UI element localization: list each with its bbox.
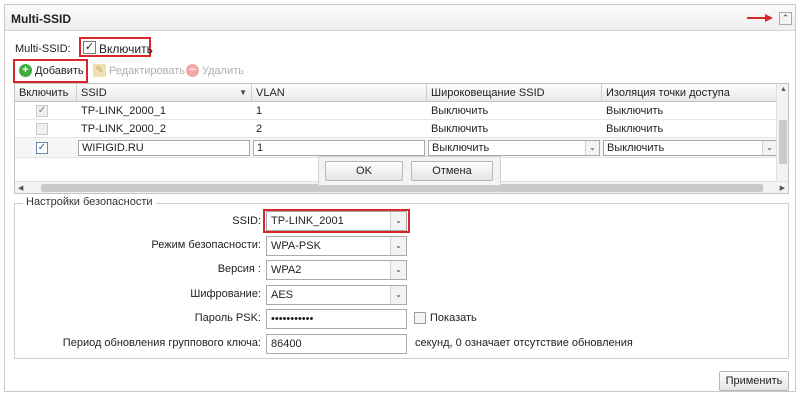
column-header-enable[interactable]: Включить bbox=[15, 84, 77, 102]
security-settings-fieldset: Настройки безопасности SSID: TP-LINK_200… bbox=[14, 196, 789, 359]
chevron-down-icon[interactable]: ⌄ bbox=[585, 141, 599, 155]
psk-password-input[interactable]: ••••••••••• bbox=[266, 309, 407, 329]
grid-header: Включить SSID ▼ VLAN Широковещание SSID … bbox=[15, 84, 788, 102]
group-rekey-input[interactable]: 86400 bbox=[266, 334, 407, 354]
column-header-ssid[interactable]: SSID ▼ bbox=[77, 84, 252, 102]
column-header-ssid-label: SSID bbox=[81, 87, 107, 99]
delete-button[interactable]: − Удалить bbox=[186, 64, 244, 77]
ssid-label: SSID: bbox=[232, 215, 261, 227]
ok-button[interactable]: OK bbox=[325, 161, 403, 181]
row-editor-buttons: OK Отмена bbox=[318, 156, 501, 186]
edit-button-label: Редактировать bbox=[109, 64, 185, 77]
show-password-label: Показать bbox=[430, 312, 477, 324]
add-button-label: Добавить bbox=[35, 64, 84, 77]
panel-title: Multi-SSID bbox=[11, 12, 71, 26]
row-vlan: 1 bbox=[256, 105, 263, 117]
cancel-button[interactable]: Отмена bbox=[411, 161, 493, 181]
security-mode-select[interactable]: WPA-PSK ⌄ bbox=[266, 236, 407, 256]
multi-ssid-checkbox[interactable]: ✓ bbox=[83, 41, 96, 54]
encryption-select[interactable]: AES ⌄ bbox=[266, 285, 407, 305]
add-button[interactable]: + Добавить bbox=[19, 64, 84, 77]
table-row[interactable]: TP-LINK_2000_2 2 Выключить Выключить bbox=[15, 120, 778, 138]
row-enable-checkbox[interactable]: ✓ bbox=[36, 105, 48, 117]
edit-row: ✓ WIFIGID.RU 1 Выключить ⌄ Выключить ⌄ bbox=[15, 138, 778, 158]
version-select[interactable]: WPA2 ⌄ bbox=[266, 260, 407, 280]
encryption-value: AES bbox=[271, 289, 294, 301]
vertical-scroll-thumb[interactable] bbox=[779, 120, 787, 164]
edit-broadcast-select[interactable]: Выключить ⌄ bbox=[428, 140, 600, 156]
row-isolation: Выключить bbox=[606, 105, 664, 117]
ssid-select[interactable]: TP-LINK_2001 ⌄ bbox=[266, 211, 407, 231]
row-vlan: 2 bbox=[256, 123, 263, 135]
edit-icon: ✎ bbox=[93, 64, 106, 77]
collapse-icon[interactable]: ⌃ bbox=[779, 12, 792, 25]
edit-broadcast-value: Выключить bbox=[432, 142, 490, 154]
row-broadcast: Выключить bbox=[431, 105, 489, 117]
vertical-scrollbar[interactable]: ▲ bbox=[776, 84, 788, 182]
row-isolation: Выключить bbox=[606, 123, 664, 135]
chevron-down-icon[interactable]: ⌄ bbox=[390, 286, 406, 304]
version-label: Версия : bbox=[217, 263, 261, 275]
ssid-select-value: TP-LINK_2001 bbox=[271, 215, 344, 227]
chevron-down-icon[interactable]: ⌄ bbox=[390, 261, 406, 279]
column-header-vlan[interactable]: VLAN bbox=[252, 84, 427, 102]
delete-button-label: Удалить bbox=[202, 64, 244, 77]
scroll-left-icon[interactable]: ◀ bbox=[18, 184, 23, 192]
chevron-down-icon[interactable]: ⌄ bbox=[762, 141, 776, 155]
multi-ssid-label: Multi-SSID: bbox=[15, 43, 71, 55]
group-rekey-label: Период обновления группового ключа: bbox=[62, 337, 261, 349]
row-ssid: TP-LINK_2000_1 bbox=[81, 105, 166, 117]
column-header-isolation[interactable]: Изоляция точки доступа bbox=[602, 84, 788, 102]
edit-isolation-value: Выключить bbox=[607, 142, 665, 154]
multi-ssid-panel: Multi-SSID ⌃ Multi-SSID: ✓ Включить + До… bbox=[4, 4, 796, 392]
row-enable-checkbox[interactable] bbox=[36, 123, 48, 135]
row-ssid: TP-LINK_2000_2 bbox=[81, 123, 166, 135]
multi-ssid-enable-label: Включить bbox=[99, 42, 153, 56]
plus-circle-icon: + bbox=[19, 64, 32, 77]
sort-down-icon[interactable]: ▼ bbox=[239, 84, 247, 102]
group-rekey-hint: секунд, 0 означает отсутствие обновления bbox=[415, 337, 633, 349]
minus-circle-icon: − bbox=[186, 64, 199, 77]
scroll-right-icon[interactable]: ▶ bbox=[780, 184, 785, 192]
scroll-up-icon[interactable]: ▲ bbox=[780, 86, 787, 93]
apply-button[interactable]: Применить bbox=[719, 371, 789, 391]
security-settings-legend: Настройки безопасности bbox=[23, 196, 156, 208]
chevron-down-icon[interactable]: ⌄ bbox=[390, 212, 406, 230]
security-mode-value: WPA-PSK bbox=[271, 240, 321, 252]
red-arrow-annotation bbox=[747, 14, 773, 22]
security-mode-label: Режим безопасности: bbox=[151, 239, 261, 251]
edit-button[interactable]: ✎ Редактировать bbox=[93, 64, 185, 77]
encryption-label: Шифрование: bbox=[190, 288, 261, 300]
psk-label: Пароль PSK: bbox=[194, 312, 261, 324]
panel-header: Multi-SSID ⌃ bbox=[5, 5, 795, 31]
version-value: WPA2 bbox=[271, 264, 302, 276]
edit-ssid-input[interactable]: WIFIGID.RU bbox=[78, 140, 250, 156]
column-header-broadcast[interactable]: Широковещание SSID bbox=[427, 84, 602, 102]
table-row[interactable]: ✓ TP-LINK_2000_1 1 Выключить Выключить bbox=[15, 102, 778, 120]
show-password-checkbox[interactable] bbox=[414, 312, 426, 324]
chevron-down-icon[interactable]: ⌄ bbox=[390, 237, 406, 255]
edit-vlan-input[interactable]: 1 bbox=[253, 140, 425, 156]
row-broadcast: Выключить bbox=[431, 123, 489, 135]
edit-row-enable-checkbox[interactable]: ✓ bbox=[36, 142, 48, 154]
edit-isolation-select[interactable]: Выключить ⌄ bbox=[603, 140, 777, 156]
